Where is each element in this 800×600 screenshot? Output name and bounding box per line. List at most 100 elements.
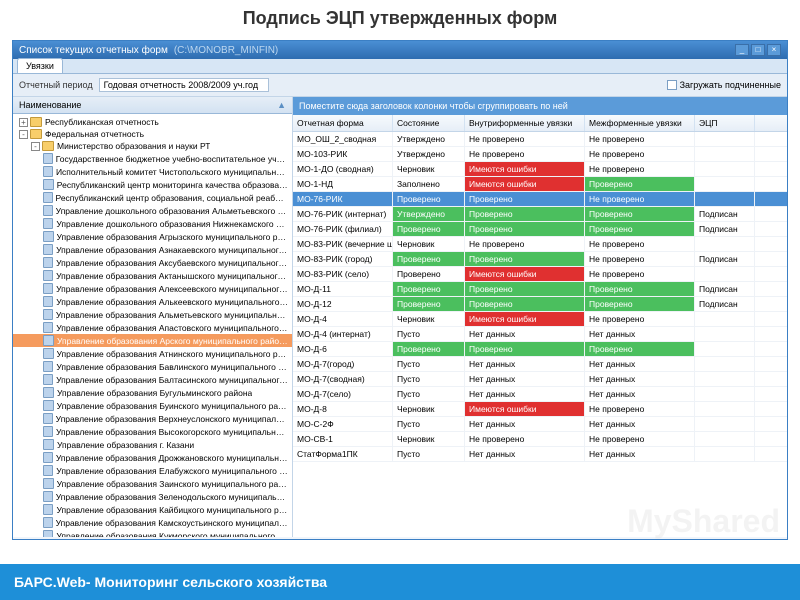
grid-row[interactable]: МО-Д-6ПровереноПровереноПроверено: [293, 342, 787, 357]
minimize-button[interactable]: _: [735, 44, 749, 56]
grid-row[interactable]: МО-Д-4 (интернат)ПустоНет данныхНет данн…: [293, 327, 787, 342]
grid-row[interactable]: МО-76-РИК (интернат)УтвержденоПровереноП…: [293, 207, 787, 222]
footer-label: БАРС.Web- Мониторинг сельского хозяйства: [0, 564, 800, 600]
tree-item[interactable]: Государственное бюджетное учебно-воспита…: [13, 152, 292, 165]
grid-row[interactable]: МО-1-ДО (сводная)ЧерновикИмеются ошибкиН…: [293, 162, 787, 177]
tree-item[interactable]: Управление образования Дрожжановского му…: [13, 451, 292, 464]
grid-row[interactable]: МО-Д-11ПровереноПровереноПровереноПодпис…: [293, 282, 787, 297]
tree-item-label: Федеральная отчетность: [45, 129, 144, 139]
cell: Утверждено: [393, 132, 465, 146]
cell: Черновик: [393, 162, 465, 176]
tree-item[interactable]: Управление образования Атнинского муници…: [13, 347, 292, 360]
tree-item[interactable]: Управление образования г. Казани: [13, 438, 292, 451]
tree-item[interactable]: Управление образования Зеленодольского м…: [13, 490, 292, 503]
cell: Черновик: [393, 312, 465, 326]
org-icon: [43, 426, 53, 437]
org-icon: [43, 231, 54, 242]
cell: Имеются ошибки: [465, 162, 585, 176]
window-path: (C:\MONOBR_MINFIN): [174, 45, 278, 56]
tree-item[interactable]: Республиканский центр образования, социа…: [13, 191, 292, 204]
grid-row[interactable]: СтатФорма1ПКПустоНет данныхНет данных: [293, 447, 787, 462]
tree-item[interactable]: Управление образования Алькеевского муни…: [13, 295, 292, 308]
grid-row[interactable]: МО-Д-7(село)ПустоНет данныхНет данных: [293, 387, 787, 402]
cell: [695, 432, 755, 446]
grid-row[interactable]: МО-83-РИК (город)ПровереноПровереноНе пр…: [293, 252, 787, 267]
tree-item[interactable]: Управление образования Арского муниципал…: [13, 334, 292, 347]
toggle-icon[interactable]: -: [31, 142, 40, 151]
tree-item[interactable]: Управление образования Верхнеуслонского …: [13, 412, 292, 425]
close-button[interactable]: ×: [767, 44, 781, 56]
cell: МО-76-РИК (интернат): [293, 207, 393, 221]
toggle-icon[interactable]: -: [19, 130, 28, 139]
tree-item[interactable]: Управление образования Заинского муницип…: [13, 477, 292, 490]
sidebar-header[interactable]: Наименование ▲: [13, 97, 292, 114]
grid-row[interactable]: МО-Д-7(сводная)ПустоНет данныхНет данных: [293, 372, 787, 387]
grid-row[interactable]: МО-76-РИК (филиал)ПровереноПровереноПров…: [293, 222, 787, 237]
tree-item[interactable]: Управление образования Актанышского муни…: [13, 269, 292, 282]
col-cross[interactable]: Межформенные увязки: [585, 115, 695, 131]
tree-item[interactable]: Управление образования Азнакаевского мун…: [13, 243, 292, 256]
org-icon: [43, 244, 53, 255]
grid-row[interactable]: МО-83-РИК (вечерние школы)ЧерновикНе про…: [293, 237, 787, 252]
col-state[interactable]: Состояние: [393, 115, 465, 131]
period-input[interactable]: [99, 78, 269, 92]
group-by-bar[interactable]: Поместите сюда заголовок колонки чтобы с…: [293, 97, 787, 115]
grid-row[interactable]: МО-83-РИК (село)ПровереноИмеются ошибкиН…: [293, 267, 787, 282]
grid-body[interactable]: МО_ОШ_2_своднаяУтвержденоНе провереноНе …: [293, 132, 787, 537]
grid-row[interactable]: МО-СВ-1ЧерновикНе провереноНе проверено: [293, 432, 787, 447]
maximize-button[interactable]: □: [751, 44, 765, 56]
tree-item[interactable]: Управление образования Бавлинского муниц…: [13, 360, 292, 373]
org-tree[interactable]: +Республиканская отчетность-Федеральная …: [13, 114, 292, 537]
tree-item[interactable]: Управление образования Камскоустьинского…: [13, 516, 292, 529]
load-subordinates-checkbox[interactable]: [667, 80, 677, 90]
tree-item[interactable]: Управление образования Аксубаевского мун…: [13, 256, 292, 269]
cell: Нет данных: [585, 387, 695, 401]
tree-item-label: Управление образования Балтасинского мун…: [56, 375, 288, 385]
cell: МО-Д-7(город): [293, 357, 393, 371]
tree-item[interactable]: Республиканский центр мониторинга качест…: [13, 178, 292, 191]
tree-item[interactable]: Управление образования Кайбицкого муници…: [13, 503, 292, 516]
col-form[interactable]: Отчетная форма: [293, 115, 393, 131]
tree-item[interactable]: -Министерство образования и науки РТ: [13, 140, 292, 152]
grid-row[interactable]: МО-Д-12ПровереноПровереноПровереноПодпис…: [293, 297, 787, 312]
folder-icon: [42, 141, 54, 151]
tree-item[interactable]: +Республиканская отчетность: [13, 116, 292, 128]
cell: МО-Д-4 (интернат): [293, 327, 393, 341]
grid-row[interactable]: МО-103-РИКУтвержденоНе провереноНе прове…: [293, 147, 787, 162]
tab-uvyazki[interactable]: Увязки: [17, 58, 63, 73]
cell: Проверено: [393, 282, 465, 296]
tree-item[interactable]: Управление образования Альметьевского му…: [13, 308, 292, 321]
tree-item[interactable]: Исполнительный комитет Чистопольского му…: [13, 165, 292, 178]
tree-item[interactable]: Управление образования Апастовского муни…: [13, 321, 292, 334]
tree-item[interactable]: Управление образования Балтасинского мун…: [13, 373, 292, 386]
chevron-up-icon: ▲: [277, 100, 286, 110]
grid-row[interactable]: МО-Д-4ЧерновикИмеются ошибкиНе проверено: [293, 312, 787, 327]
org-icon: [43, 309, 53, 320]
tree-item[interactable]: Управление образования Елабужского муниц…: [13, 464, 292, 477]
cell: Подписан: [695, 222, 755, 236]
tree-item[interactable]: Управление образования Высокогорского му…: [13, 425, 292, 438]
grid-row[interactable]: МО-С-2ФПустоНет данныхНет данных: [293, 417, 787, 432]
col-sign[interactable]: ЭЦП: [695, 115, 755, 131]
toggle-icon[interactable]: +: [19, 118, 28, 127]
tree-item[interactable]: Управление дошкольного образования Альме…: [13, 204, 292, 217]
grid-row[interactable]: МО-Д-8ЧерновикИмеются ошибкиНе проверено: [293, 402, 787, 417]
main-panel: Поместите сюда заголовок колонки чтобы с…: [293, 97, 787, 537]
grid-row[interactable]: МО-1-НДЗаполненоИмеются ошибкиПроверено: [293, 177, 787, 192]
tree-item[interactable]: Управление образования Бугульминского ра…: [13, 386, 292, 399]
cell: Проверено: [393, 192, 465, 206]
tree-item-label: Управление образования Алексеевского мун…: [56, 284, 288, 294]
grid-row[interactable]: МО-76-РИКПровереноПровереноНе проверено: [293, 192, 787, 207]
tree-item[interactable]: Управление образования Кукморского муниц…: [13, 529, 292, 537]
tree-item[interactable]: Управление образования Буинского муницип…: [13, 399, 292, 412]
grid-row[interactable]: МО_ОШ_2_своднаяУтвержденоНе провереноНе …: [293, 132, 787, 147]
tree-item[interactable]: Управление образования Алексеевского мун…: [13, 282, 292, 295]
folder-icon: [30, 117, 42, 127]
cell: Нет данных: [585, 357, 695, 371]
tree-item[interactable]: Управление дошкольного образования Нижне…: [13, 217, 292, 230]
tree-item[interactable]: Управление образования Агрызского муници…: [13, 230, 292, 243]
tree-item[interactable]: - Федеральная отчетность: [13, 128, 292, 140]
col-internal[interactable]: Внутриформенные увязки: [465, 115, 585, 131]
grid-row[interactable]: МО-Д-7(город)ПустоНет данныхНет данных: [293, 357, 787, 372]
cell: Черновик: [393, 432, 465, 446]
